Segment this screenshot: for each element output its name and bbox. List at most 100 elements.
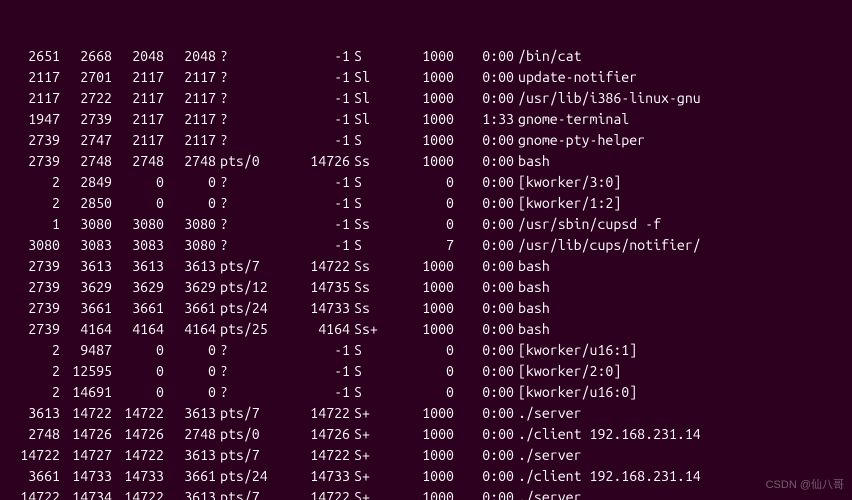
cell-time: 0:00 (454, 466, 514, 487)
cell-tty: pts/0 (216, 424, 290, 445)
cell-pgid: 14733 (112, 466, 164, 487)
cell-time: 0:00 (454, 298, 514, 319)
cell-tty: ? (216, 130, 290, 151)
cell-cmd: /usr/sbin/cupsd -f (514, 214, 661, 235)
cell-uid: 1000 (394, 487, 454, 500)
cell-sid: 3080 (164, 214, 216, 235)
cell-sid: 2117 (164, 130, 216, 151)
process-row: 1472214727147223613pts/714722S+10000:00.… (8, 445, 852, 466)
cell-sid: 4164 (164, 319, 216, 340)
cell-tty: ? (216, 193, 290, 214)
cell-tty: ? (216, 88, 290, 109)
cell-pid: 3080 (60, 214, 112, 235)
cell-ppid: 3613 (8, 403, 60, 424)
cell-sid: 3613 (164, 487, 216, 500)
cell-time: 0:00 (454, 319, 514, 340)
cell-pid: 14727 (60, 445, 112, 466)
cell-uid: 0 (394, 214, 454, 235)
cell-uid: 1000 (394, 109, 454, 130)
cell-sid: 0 (164, 193, 216, 214)
cell-ppid: 14722 (8, 487, 60, 500)
cell-pid: 2739 (60, 109, 112, 130)
cell-ppid: 2748 (8, 424, 60, 445)
cell-stat: Sl (350, 88, 394, 109)
cell-cmd: /bin/cat (514, 46, 582, 67)
cell-sid: 3613 (164, 403, 216, 424)
cell-tty: pts/24 (216, 466, 290, 487)
cell-ppid: 2 (8, 193, 60, 214)
cell-ppid: 3661 (8, 466, 60, 487)
cell-sid: 3080 (164, 235, 216, 256)
process-row: 274814726147262748pts/014726S+10000:00./… (8, 424, 852, 445)
process-row: 21259500?-1S00:00[kworker/2:0] (8, 361, 852, 382)
cell-tty: ? (216, 382, 290, 403)
cell-tty: ? (216, 214, 290, 235)
cell-uid: 0 (394, 172, 454, 193)
cell-sid: 3613 (164, 256, 216, 277)
process-row: 2739274721172117?-1S10000:00gnome-pty-he… (8, 130, 852, 151)
cell-tpgid: 14733 (290, 466, 350, 487)
process-row: 1472214734147223613pts/714722S+10000:00.… (8, 487, 852, 500)
process-row: 2739416441644164pts/254164Ss+10000:00bas… (8, 319, 852, 340)
cell-sid: 0 (164, 340, 216, 361)
process-row: 1947273921172117?-1Sl10001:33gnome-termi… (8, 109, 852, 130)
cell-tty: pts/7 (216, 403, 290, 424)
cell-pgid: 3080 (112, 214, 164, 235)
cell-uid: 1000 (394, 88, 454, 109)
cell-cmd: gnome-pty-helper (514, 130, 645, 151)
cell-uid: 1000 (394, 424, 454, 445)
cell-tpgid: -1 (290, 88, 350, 109)
cell-time: 0:00 (454, 88, 514, 109)
cell-tty: ? (216, 340, 290, 361)
cell-pgid: 3629 (112, 277, 164, 298)
cell-stat: Ss (350, 277, 394, 298)
cell-time: 0:00 (454, 235, 514, 256)
cell-uid: 0 (394, 361, 454, 382)
cell-tpgid: -1 (290, 172, 350, 193)
cell-time: 0:00 (454, 424, 514, 445)
process-row: 2117270121172117?-1Sl10000:00update-noti… (8, 67, 852, 88)
cell-cmd: bash (514, 256, 550, 277)
cell-stat: S (350, 130, 394, 151)
cell-sid: 3629 (164, 277, 216, 298)
cell-ppid: 2 (8, 340, 60, 361)
cell-tty: ? (216, 235, 290, 256)
cell-pid: 3629 (60, 277, 112, 298)
cell-cmd: [kworker/3:0] (514, 172, 621, 193)
cell-uid: 0 (394, 382, 454, 403)
cell-pid: 3613 (60, 256, 112, 277)
cell-tpgid: 14722 (290, 445, 350, 466)
cell-tty: pts/7 (216, 256, 290, 277)
cell-tty: pts/12 (216, 277, 290, 298)
cell-uid: 1000 (394, 130, 454, 151)
cell-ppid: 2 (8, 382, 60, 403)
cell-tpgid: -1 (290, 67, 350, 88)
cell-pgid: 2117 (112, 130, 164, 151)
cell-tty: pts/7 (216, 487, 290, 500)
cell-tpgid: 14726 (290, 151, 350, 172)
cell-tpgid: 14722 (290, 487, 350, 500)
cell-cmd: [kworker/u16:1] (514, 340, 637, 361)
cell-pgid: 2117 (112, 88, 164, 109)
cell-pid: 14691 (60, 382, 112, 403)
terminal-output[interactable]: 2651266820482048?-1S10000:00/bin/cat2117… (0, 0, 852, 500)
cell-pid: 3083 (60, 235, 112, 256)
cell-uid: 1000 (394, 466, 454, 487)
cell-uid: 0 (394, 193, 454, 214)
cell-pid: 14722 (60, 403, 112, 424)
cell-pid: 4164 (60, 319, 112, 340)
cell-cmd: ./server (514, 403, 582, 424)
process-row: 2285000?-1S00:00[kworker/1:2] (8, 193, 852, 214)
cell-tpgid: 14733 (290, 298, 350, 319)
cell-time: 0:00 (454, 130, 514, 151)
cell-tpgid: -1 (290, 109, 350, 130)
cell-ppid: 2117 (8, 88, 60, 109)
cell-stat: Ss (350, 151, 394, 172)
cell-stat: S+ (350, 424, 394, 445)
cell-ppid: 3080 (8, 235, 60, 256)
process-row: 2651266820482048?-1S10000:00/bin/cat (8, 46, 852, 67)
cell-ppid: 2 (8, 361, 60, 382)
cell-pgid: 2117 (112, 67, 164, 88)
cell-ppid: 2739 (8, 319, 60, 340)
cell-stat: S (350, 172, 394, 193)
